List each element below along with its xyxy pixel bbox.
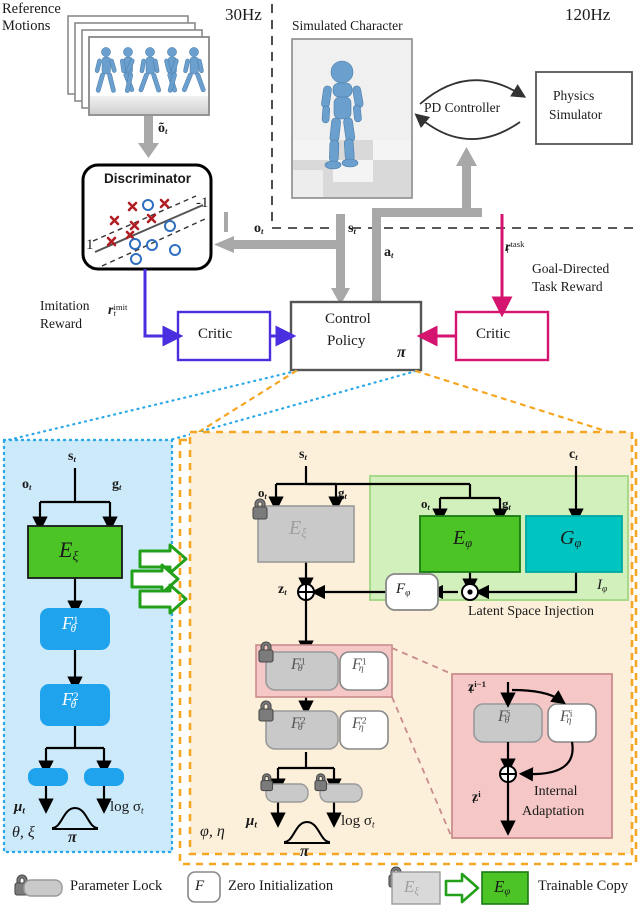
- observation-label: ot: [254, 221, 264, 237]
- adaptation-caption-line1: Internal: [534, 784, 578, 799]
- simulated-character-panel: [291, 38, 413, 199]
- discriminator-pos-label: 1: [86, 237, 94, 253]
- right-layer2-adapter-label: F2η: [352, 715, 367, 734]
- left-state-label: st: [68, 449, 76, 465]
- adaptation-frozen-label: Fiθ: [498, 708, 511, 727]
- right-trainable-encoder-label: Eφ: [453, 527, 473, 551]
- legend-lock-shape: [23, 879, 63, 897]
- right-goal-label-left: gt: [338, 485, 347, 501]
- obs-tilde-label: õt: [158, 121, 168, 137]
- left-logsigma-label: log σt: [110, 799, 144, 817]
- physics-simulator-label-line1: Physics: [553, 88, 595, 103]
- physics-simulator-label-line2: Simulator: [549, 107, 603, 122]
- orange-zoom-line-left: [184, 369, 298, 442]
- left-layer1-label: F1θ: [62, 613, 79, 635]
- imitation-reward-label-line2: Reward: [40, 316, 82, 331]
- sigma-head-box-left: [84, 768, 124, 786]
- control-policy-label-line1: Control: [325, 311, 371, 327]
- right-mu-label: μt: [246, 813, 257, 831]
- obs-tilde-arrow: [138, 116, 159, 158]
- pd-controller-label: PD Controller: [424, 100, 501, 115]
- right-obs-label-left: ot: [258, 485, 267, 501]
- left-encoder-label: Eξ: [59, 537, 79, 564]
- critic-task-label: Critic: [476, 326, 511, 342]
- right-context-encoder-label: Gφ: [560, 527, 582, 551]
- r-imit-label: rimitt: [108, 302, 128, 319]
- right-zeroinit-label: Fφ: [396, 581, 411, 599]
- state-arrow: [331, 228, 350, 305]
- reference-motions-label-line1: Reference: [2, 1, 61, 17]
- right-layer1-frozen-label: F1θ: [291, 656, 306, 675]
- left-params-label: θ, ξ: [12, 824, 35, 841]
- injection-symbol-label: Iφ: [597, 577, 608, 595]
- adaptation-input-label: zi−1t: [468, 679, 486, 696]
- left-policy-symbol: π: [68, 829, 77, 846]
- imitation-reward-path: [143, 269, 184, 347]
- r-task-label: rtaskt: [505, 239, 525, 256]
- left-goal-label: gt: [112, 477, 122, 493]
- critic-imitation-label: Critic: [198, 326, 233, 342]
- adaptation-caption-line2: Adaptation: [522, 804, 585, 819]
- obs-feedback-arrow: [214, 236, 344, 253]
- state-source-line: [336, 214, 345, 230]
- legend-zero-initialization-label: Zero Initialization: [228, 878, 334, 894]
- left-layer2-label: F2θ: [62, 689, 79, 711]
- mu-head-box-left: [28, 768, 68, 786]
- blue-zoom-line-right: [168, 369, 418, 442]
- latent-z-label: zt: [278, 582, 287, 598]
- right-frozen-encoder-label: Eξ: [289, 517, 307, 541]
- latent-sum-node: [297, 583, 315, 601]
- legend-parameter-lock-label: Parameter Lock: [70, 878, 163, 894]
- right-context-label: ct: [569, 447, 578, 463]
- left-mu-label: μt: [14, 799, 25, 817]
- legend-target-label: Eφ: [494, 877, 511, 898]
- rate-120hz-label: 120Hz: [565, 5, 611, 24]
- legend-copy-arrow: [444, 872, 480, 904]
- state-label: st: [348, 221, 356, 237]
- reference-motions-label-line2: Motions: [2, 18, 51, 34]
- goal-reward-label-line2: Task Reward: [532, 279, 603, 294]
- left-obs-label: ot: [22, 477, 32, 493]
- rate-30hz-label: 30Hz: [225, 5, 262, 24]
- simulated-character-label: Simulated Character: [292, 18, 403, 33]
- legend-trainable-copy-label: Trainable Copy: [538, 878, 629, 894]
- right-params-label: φ, η: [200, 823, 225, 840]
- control-policy-label-line2: Policy: [327, 333, 366, 349]
- trainable-copy-arrows: [130, 543, 188, 615]
- right-layer1-adapter-label: F1η: [352, 656, 367, 675]
- right-policy-symbol: π: [300, 843, 309, 860]
- injection-caption: Latent Space Injection: [468, 604, 594, 619]
- action-label: at: [384, 245, 394, 261]
- reference-motion-frames: [67, 15, 210, 116]
- latent-product-node: [461, 583, 479, 601]
- adaptation-output-label: zit: [472, 789, 481, 806]
- blue-zoom-line-left: [6, 369, 298, 442]
- imitation-reward-label-line1: Imitation: [40, 298, 90, 313]
- legend-zeroinit-glyph: F: [195, 878, 205, 894]
- discriminator-label: Discriminator: [104, 171, 192, 186]
- legend-source-label: Eξ: [404, 877, 419, 898]
- zero-init-f-phi-box: [385, 573, 439, 611]
- diagram-canvas: [2, 4, 640, 905]
- orange-zoom-line-right: [414, 369, 636, 442]
- right-goal-label-inj: gt: [502, 496, 511, 512]
- right-obs-label-inj: ot: [421, 496, 430, 512]
- right-logsigma-label: log σt: [341, 813, 375, 831]
- goal-reward-label-line1: Goal-Directed: [532, 261, 610, 276]
- discriminator-neg-label: -1: [196, 195, 209, 211]
- policy-symbol-label: π: [397, 344, 406, 361]
- adaptation-adapter-label: Fiη: [560, 708, 573, 727]
- right-state-label: st: [299, 447, 307, 463]
- adaptation-sum-node: [499, 765, 517, 783]
- right-layer2-frozen-label: F2θ: [291, 715, 306, 734]
